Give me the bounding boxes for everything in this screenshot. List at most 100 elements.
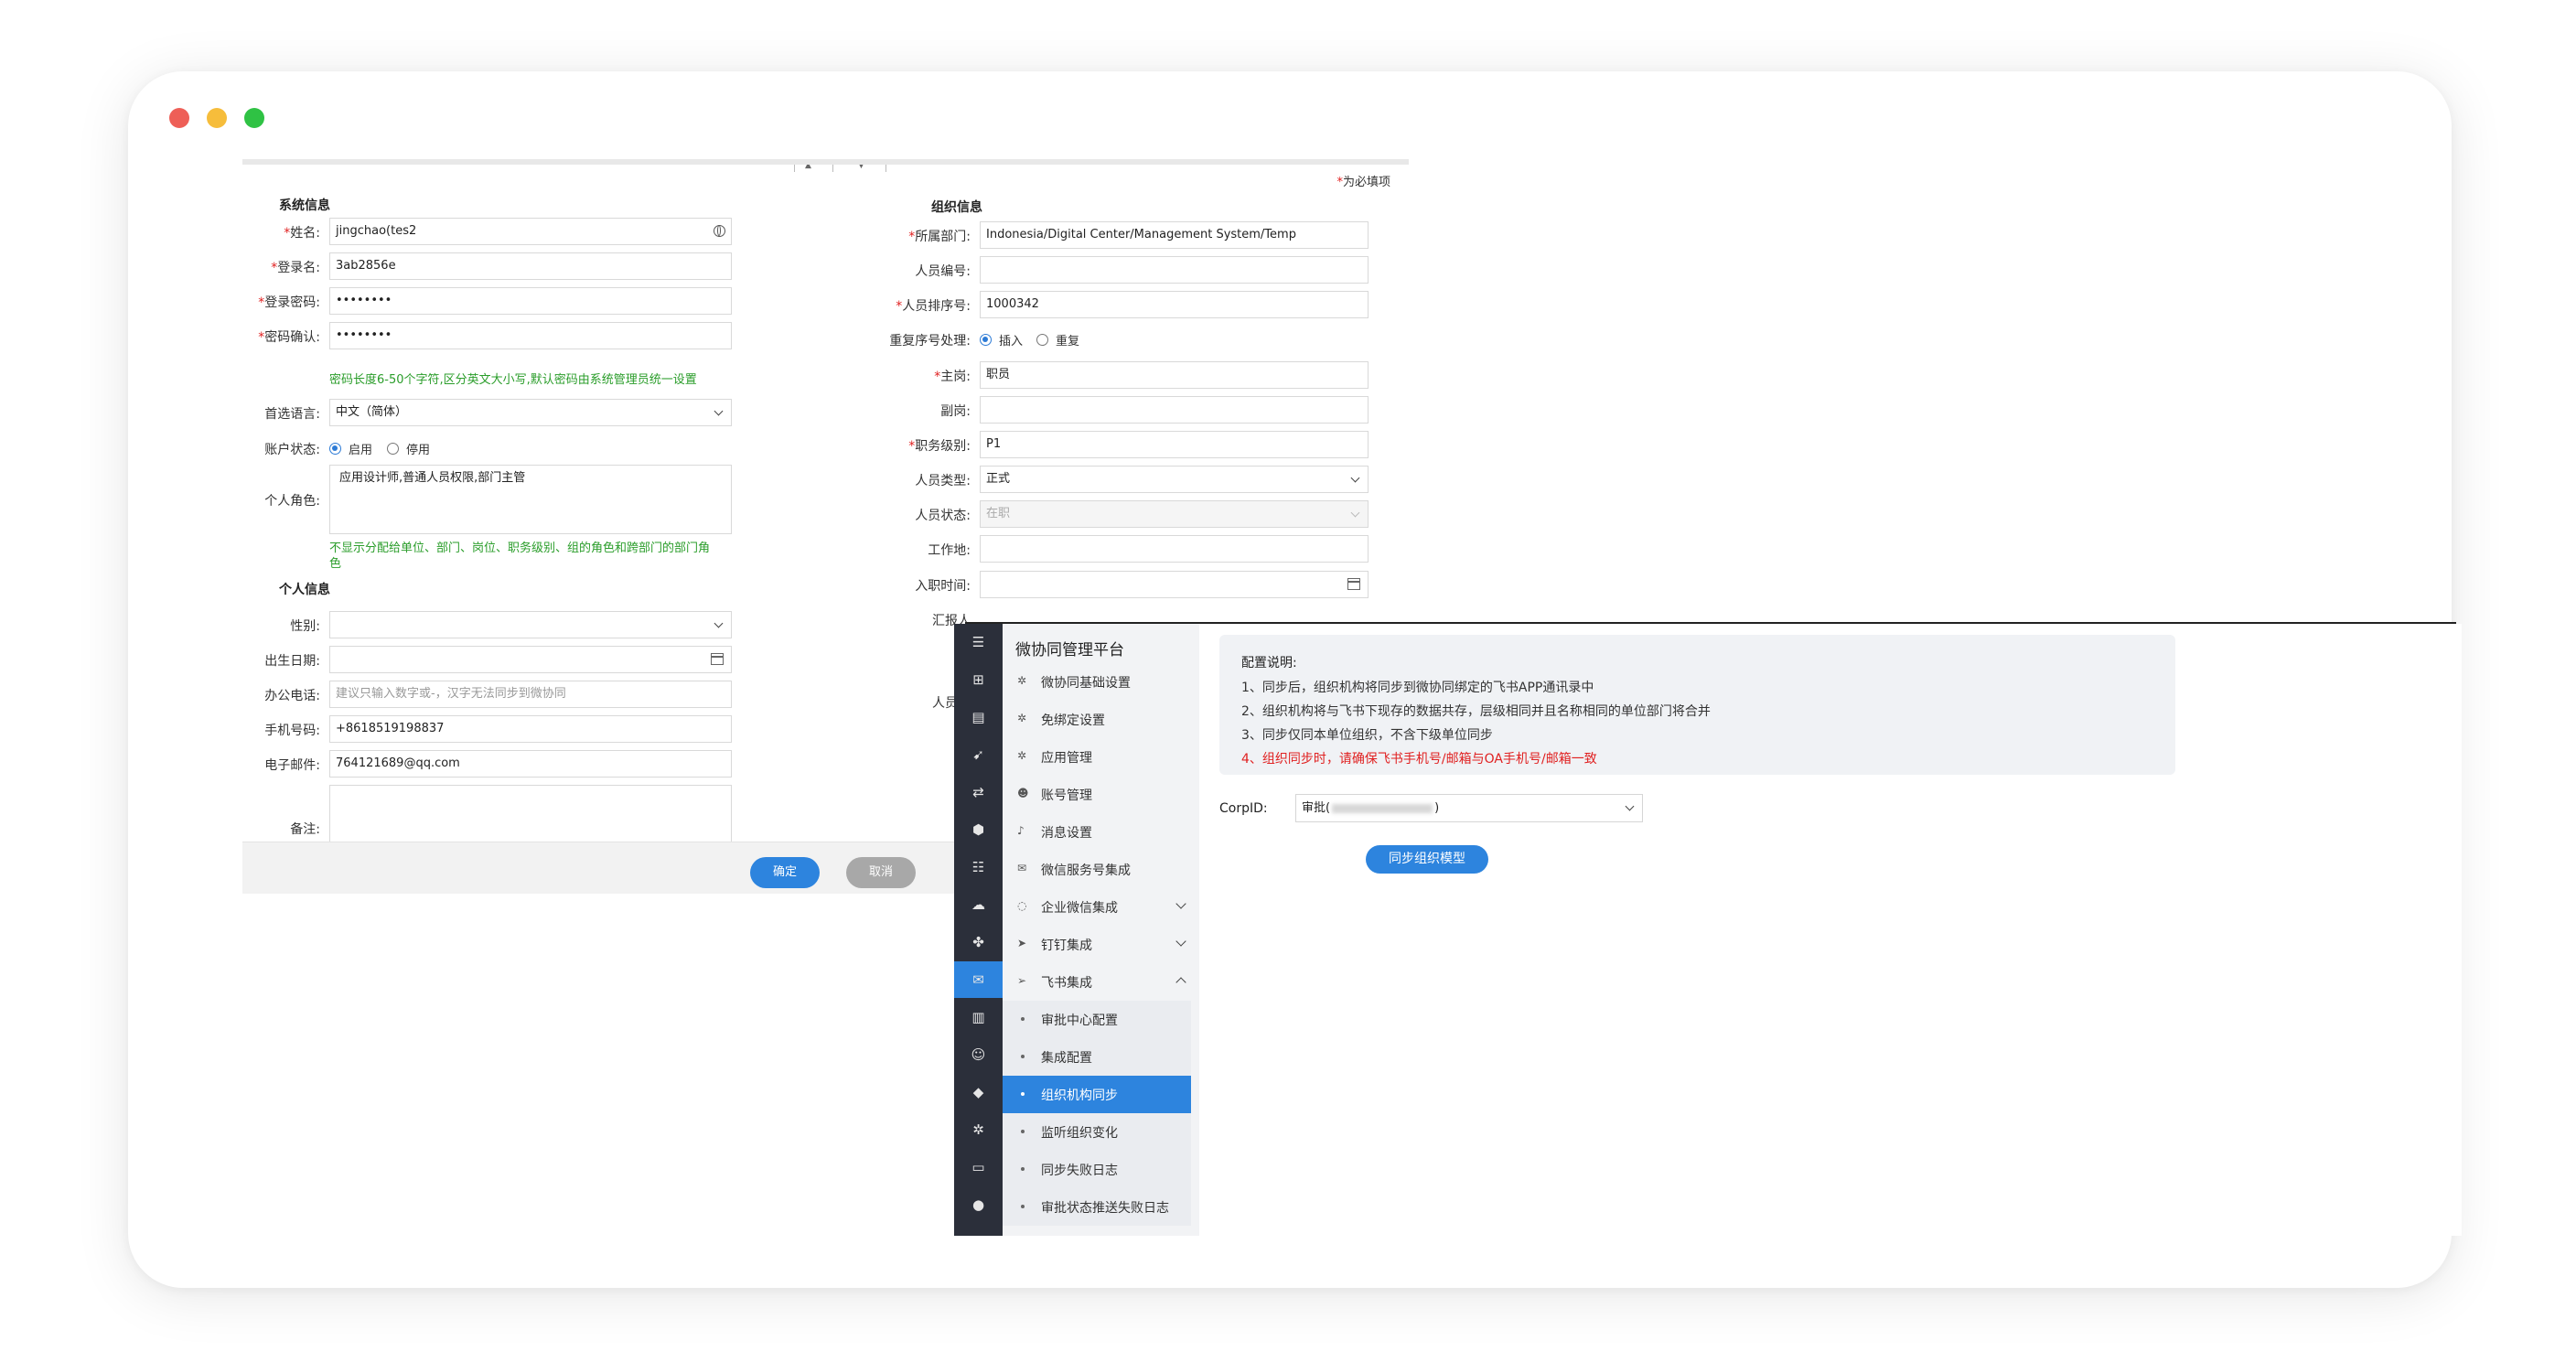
birthday-input[interactable] xyxy=(329,646,732,673)
main-post-input[interactable]: 职员 xyxy=(980,361,1368,389)
chevron-down-icon xyxy=(1175,898,1186,909)
email-label: 电子邮件: xyxy=(264,758,320,773)
cloud-icon: ☁ xyxy=(971,895,985,913)
sidebar-collapse[interactable]: ☰ xyxy=(954,624,1003,660)
login-label: *登录名: xyxy=(271,261,320,275)
role-textarea[interactable]: 应用设计师,普通人员权限,部门主管 xyxy=(329,465,732,534)
calendar-icon[interactable] xyxy=(1347,578,1360,590)
office-phone-label: 办公电话: xyxy=(264,689,320,703)
divider xyxy=(832,165,833,172)
type-select[interactable]: 正式 xyxy=(980,466,1368,493)
workplace-label: 工作地: xyxy=(928,543,971,558)
sidebar-item-package[interactable]: ◆ xyxy=(954,1074,1003,1110)
sidebar-item-flow[interactable]: ➹ xyxy=(954,736,1003,773)
password-label: *登录密码: xyxy=(258,295,320,310)
cancel-button[interactable]: 取消 xyxy=(846,857,916,888)
user-icon: ● xyxy=(971,1196,985,1213)
corpid-select[interactable]: 审批() xyxy=(1295,794,1643,822)
users-icon: ☻ xyxy=(1017,787,1029,799)
collapse-up-icon[interactable]: ▲ xyxy=(805,165,811,170)
dept-label: *所属部门: xyxy=(908,230,971,244)
menu-item-accounts[interactable]: ☻ 账号管理 xyxy=(1003,776,1199,813)
database-icon: ⬢ xyxy=(971,820,985,838)
remark-textarea[interactable] xyxy=(329,785,732,849)
submenu-org-sync[interactable]: 组织机构同步 xyxy=(1003,1076,1191,1113)
org-tree-icon: ⊞ xyxy=(972,670,984,688)
gender-select[interactable] xyxy=(329,611,732,638)
org-sync-panel: 配置说明: 1、同步后，组织机构将同步到微协同绑定的飞书APP通讯录中 2、组织… xyxy=(1199,624,2462,1236)
menu-item-messages[interactable]: ♪ 消息设置 xyxy=(1003,813,1199,851)
status-disabled-radio[interactable]: 停用 xyxy=(387,440,430,457)
sidebar-item-settings[interactable]: ✲ xyxy=(954,1111,1003,1148)
menu-item-dingtalk[interactable]: ➤ 钉钉集成 xyxy=(1003,926,1199,963)
type-label: 人员类型: xyxy=(915,474,971,488)
login-input[interactable]: 3ab2856e xyxy=(329,252,732,280)
dup-insert-radio[interactable]: 插入 xyxy=(980,331,1023,349)
submenu-approval-push-failure-log[interactable]: 审批状态推送失败日志 xyxy=(1003,1188,1191,1226)
maximize-dot-icon[interactable] xyxy=(244,108,264,128)
calendar-icon[interactable] xyxy=(711,653,724,665)
config-warning: 4、组织同步时，请确保飞书手机号/邮箱与OA手机号/邮箱一致 xyxy=(1241,752,1597,767)
menu-item-wecom[interactable]: ◌ 企业微信集成 xyxy=(1003,888,1199,926)
flow-icon: ➹ xyxy=(972,745,984,763)
menu-item-apps[interactable]: ✲ 应用管理 xyxy=(1003,738,1199,776)
hire-label: 入职时间: xyxy=(915,579,971,594)
sidebar-item-data[interactable]: ⬢ xyxy=(954,811,1003,848)
confirm-button[interactable]: 确定 xyxy=(750,857,820,888)
config-line: 1、同步后，组织机构将同步到微协同绑定的飞书APP通讯录中 xyxy=(1241,681,1594,695)
collapse-down-icon[interactable]: ▼ xyxy=(858,165,864,170)
submenu-integration-config[interactable]: 集成配置 xyxy=(1003,1038,1191,1076)
level-input[interactable]: P1 xyxy=(980,431,1368,458)
state-select: 在职 xyxy=(980,500,1368,528)
submenu-approval-center[interactable]: 审批中心配置 xyxy=(1003,1001,1191,1038)
globe-icon[interactable] xyxy=(714,225,725,237)
config-line: 3、同步仅同本单位组织，不含下级单位同步 xyxy=(1241,728,1493,743)
sort-input[interactable]: 1000342 xyxy=(980,291,1368,318)
minimize-dot-icon[interactable] xyxy=(207,108,227,128)
menu-item-no-bind[interactable]: ✲ 免绑定设置 xyxy=(1003,701,1199,738)
gear-icon: ✲ xyxy=(1017,749,1027,762)
password-input[interactable]: •••••••• xyxy=(329,287,732,315)
workplace-input[interactable] xyxy=(980,535,1368,563)
remark-label: 备注: xyxy=(290,822,320,837)
status-enabled-radio[interactable]: 启用 xyxy=(329,440,372,457)
menu-item-feishu[interactable]: ➢ 飞书集成 xyxy=(1003,963,1199,1001)
sidebar-item-chart[interactable]: ▥ xyxy=(954,999,1003,1035)
form-icon: ▤ xyxy=(971,708,985,725)
mobile-input[interactable]: +8618519198837 xyxy=(329,715,732,743)
hire-input[interactable] xyxy=(980,571,1368,598)
close-dot-icon[interactable] xyxy=(169,108,189,128)
dup-repeat-radio[interactable]: 重复 xyxy=(1036,331,1079,349)
sidebar-item-sync[interactable]: ⇄ xyxy=(954,774,1003,810)
submenu-listen-org-changes[interactable]: 监听组织变化 xyxy=(1003,1113,1191,1151)
sync-org-model-button[interactable]: 同步组织模型 xyxy=(1366,845,1488,874)
password-confirm-input[interactable]: •••••••• xyxy=(329,322,732,349)
gear-icon: ✲ xyxy=(1017,674,1027,687)
language-label: 首选语言: xyxy=(264,407,320,422)
email-input[interactable]: 764121689@qq.com xyxy=(329,750,732,778)
sidebar-item-list[interactable]: ☷ xyxy=(954,849,1003,885)
menu-item-basic-settings[interactable]: ✲ 微协同基础设置 xyxy=(1003,663,1199,701)
sidebar-item-cloud[interactable]: ☁ xyxy=(954,886,1003,923)
section-title-system: 系统信息 xyxy=(279,198,330,213)
menu-item-wechat-service[interactable]: ✉ 微信服务号集成 xyxy=(1003,851,1199,888)
sidebar-item-apps[interactable]: ✤ xyxy=(954,924,1003,960)
sidebar-item-robot[interactable]: ☺ xyxy=(954,1036,1003,1073)
sidebar-item-org[interactable]: ⊞ xyxy=(954,661,1003,698)
dept-input[interactable]: Indonesia/Digital Center/Management Syst… xyxy=(980,221,1368,249)
sidebar-item-chat[interactable]: ✉ xyxy=(954,961,1003,998)
sidebar-item-monitor[interactable]: ▭ xyxy=(954,1149,1003,1185)
language-select[interactable]: 中文（简体） xyxy=(329,399,732,426)
name-input[interactable]: jingchao(tes2 xyxy=(329,218,732,245)
sidebar-item-forms[interactable]: ▤ xyxy=(954,699,1003,735)
package-icon: ◆ xyxy=(972,1083,984,1100)
role-hint: 不显示分配给单位、部门、岗位、职务级别、组的角色和跨部门的部门角 xyxy=(329,542,711,555)
number-input[interactable] xyxy=(980,256,1368,284)
office-phone-input[interactable]: 建议只输入数字或-，汉字无法同步到微协同 xyxy=(329,681,732,708)
submenu-sync-failure-log[interactable]: 同步失败日志 xyxy=(1003,1151,1191,1188)
sidebar-item-user[interactable]: ● xyxy=(954,1186,1003,1223)
config-title: 配置说明: xyxy=(1241,656,1297,670)
sub-post-input[interactable] xyxy=(980,396,1368,424)
password-hint: 密码长度6-50个字符,区分英文大小写,默认密码由系统管理员统一设置 xyxy=(329,373,697,387)
password-confirm-label: *密码确认: xyxy=(258,330,320,345)
